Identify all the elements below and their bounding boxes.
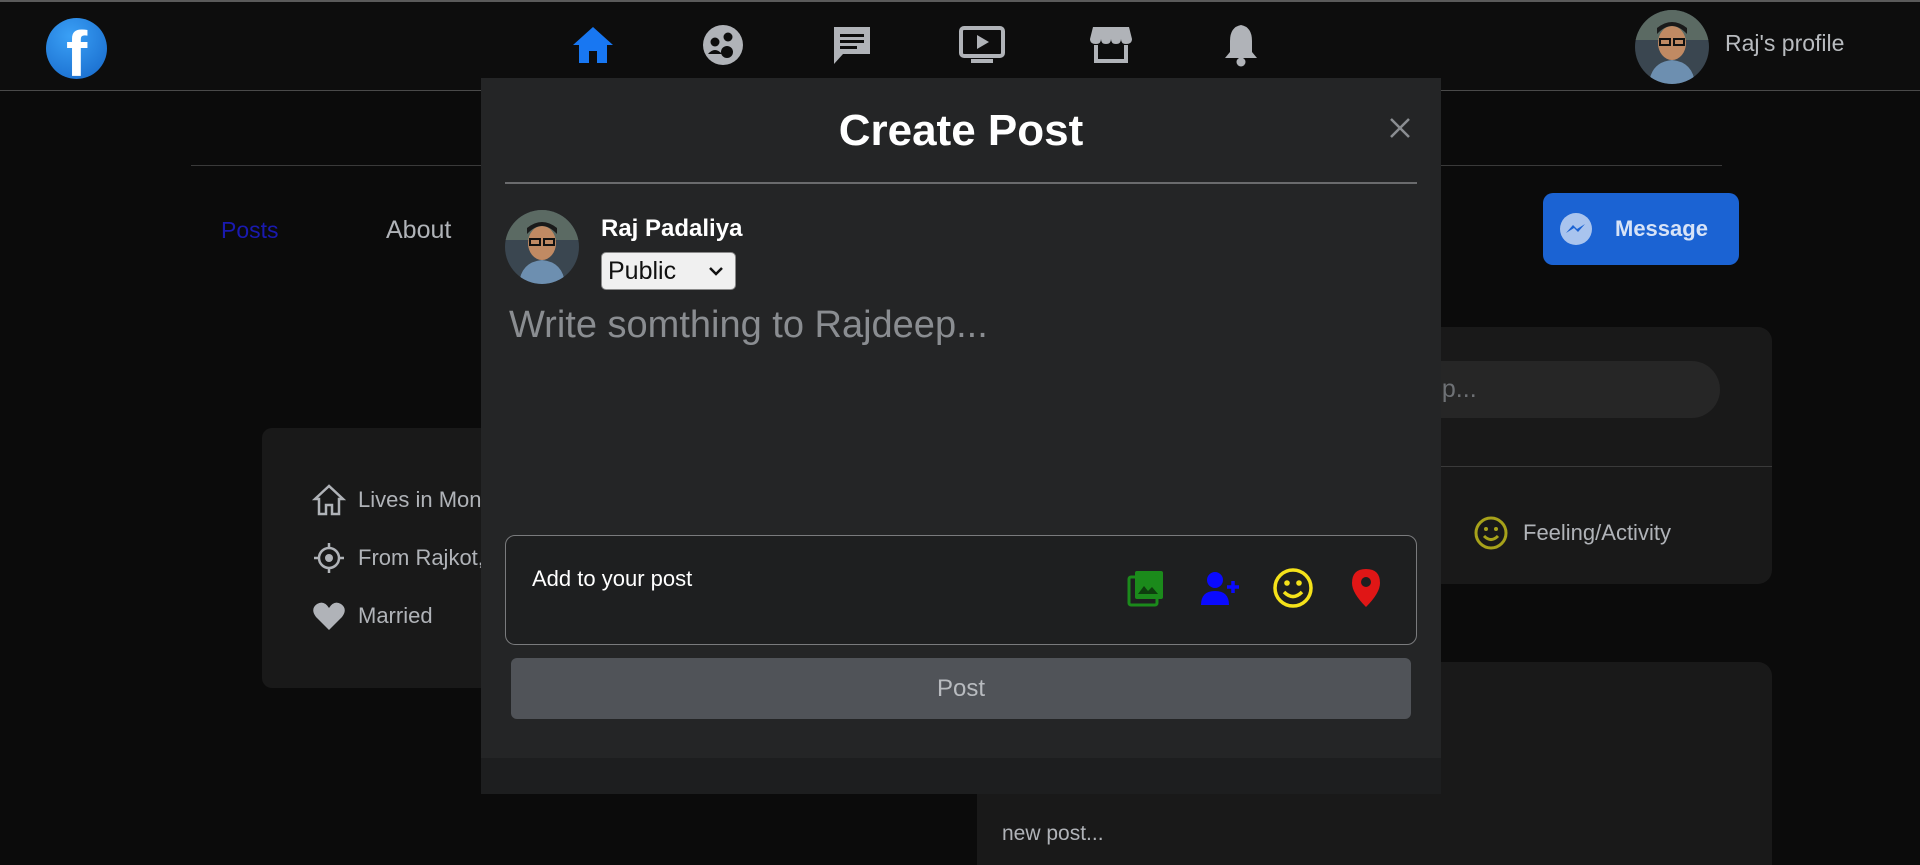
intro-item-from: From Rajkot, <box>312 541 484 575</box>
composer-divider <box>1420 466 1772 467</box>
intro-text: Lives in Mon <box>358 487 482 512</box>
author-name: Raj Padaliya <box>601 215 743 242</box>
feeling-activity-button[interactable]: Feeling/Activity <box>1473 515 1671 551</box>
feeling-label: Feeling/Activity <box>1523 520 1671 545</box>
watch-icon[interactable] <box>959 22 1005 68</box>
smiley-icon <box>1474 516 1508 550</box>
message-button[interactable]: Message <box>1543 193 1739 265</box>
privacy-value: Public <box>608 256 677 285</box>
post-button[interactable]: Post <box>511 658 1411 719</box>
home-outline-icon <box>312 484 346 516</box>
messenger-icon <box>1560 213 1592 245</box>
facebook-logo-icon[interactable]: f <box>46 18 107 79</box>
chat-icon[interactable] <box>829 22 875 68</box>
composer-input[interactable]: ep... <box>1420 361 1720 418</box>
intro-item-lives: Lives in Mon <box>312 483 482 517</box>
notifications-icon[interactable] <box>1218 22 1264 68</box>
intro-item-married: Married <box>312 600 433 632</box>
modal-title: Create Post <box>838 106 1084 155</box>
add-to-post-label: Add to your post <box>532 566 693 591</box>
intro-text: From Rajkot, <box>358 545 484 570</box>
home-icon[interactable] <box>570 22 616 68</box>
privacy-select[interactable]: Public <box>601 252 736 290</box>
marketplace-icon[interactable] <box>1088 22 1134 68</box>
groups-icon[interactable] <box>700 22 746 68</box>
post-text-input[interactable]: Write somthing to Rajdeep... <box>505 304 1417 504</box>
feeling-icon[interactable] <box>1271 566 1315 610</box>
tag-people-icon[interactable] <box>1198 566 1242 610</box>
heart-icon <box>313 602 345 630</box>
intro-text: Married <box>358 603 433 628</box>
photo-icon[interactable] <box>1124 566 1168 610</box>
author-avatar <box>505 210 579 284</box>
close-icon[interactable] <box>1386 114 1414 142</box>
tab-about[interactable]: About <box>386 216 451 245</box>
post-text-placeholder: Write somthing to Rajdeep... <box>509 304 988 346</box>
avatar[interactable] <box>1635 10 1709 84</box>
post-card-text: new post... <box>1002 822 1104 845</box>
modal-divider <box>505 182 1417 184</box>
location-pin-icon[interactable] <box>1344 566 1388 610</box>
chevron-down-icon <box>707 259 725 290</box>
profile-link[interactable]: Raj's profile <box>1725 30 1844 57</box>
location-target-icon <box>314 543 344 573</box>
message-button-label: Message <box>1615 216 1708 241</box>
add-to-post-box: Add to your post <box>505 535 1417 645</box>
logo-letter: f <box>66 18 88 79</box>
tab-posts[interactable]: Posts <box>221 217 279 244</box>
modal-footer-strip <box>481 758 1441 794</box>
create-post-modal: Create Post Raj Padaliya Public Write so… <box>481 78 1441 794</box>
